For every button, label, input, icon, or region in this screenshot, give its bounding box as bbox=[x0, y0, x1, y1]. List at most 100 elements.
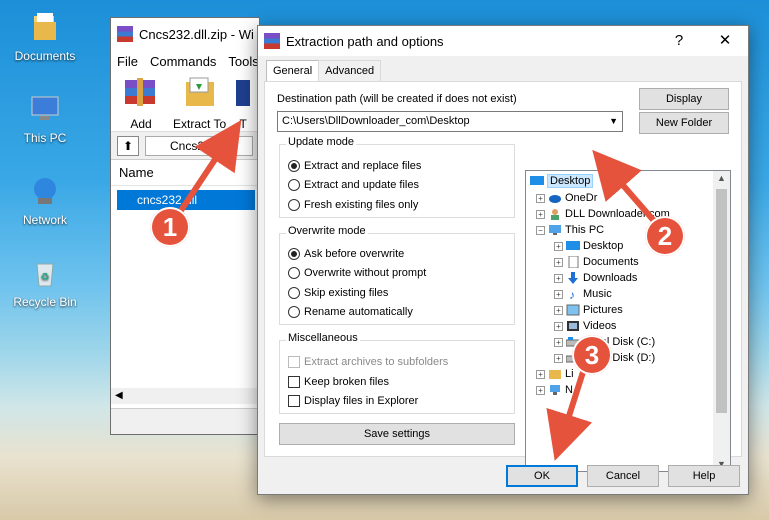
checkbox[interactable] bbox=[288, 376, 300, 388]
expand-icon[interactable]: + bbox=[554, 289, 563, 299]
tree-item-label: Li bbox=[565, 368, 574, 380]
column-header-label: Name bbox=[119, 165, 154, 180]
expand-icon[interactable]: + bbox=[554, 353, 563, 363]
tree-item-videos[interactable]: + Videos bbox=[554, 318, 616, 334]
scroll-up-icon[interactable]: ▲ bbox=[713, 173, 730, 183]
checkbox[interactable] bbox=[288, 356, 300, 368]
radio-extract-and-replace[interactable]: Extract and replace files bbox=[288, 160, 421, 172]
radio-button[interactable] bbox=[288, 306, 300, 318]
tree-item-network[interactable]: + N bbox=[536, 382, 573, 398]
help-button[interactable]: Help bbox=[668, 465, 740, 487]
expand-icon[interactable]: + bbox=[554, 273, 563, 283]
close-icon[interactable]: ✕ bbox=[702, 26, 748, 56]
checkbox-display-in-explorer[interactable]: Display files in Explorer bbox=[288, 395, 418, 407]
help-title-button[interactable]: ? bbox=[656, 26, 702, 56]
network-icon bbox=[34, 178, 56, 204]
tree-item-user[interactable]: + DLL Downloader.com bbox=[536, 206, 670, 222]
option-label: Extract archives to subfolders bbox=[304, 356, 449, 368]
expand-icon[interactable]: + bbox=[536, 369, 545, 379]
radio-extract-and-update[interactable]: Extract and update files bbox=[288, 179, 419, 191]
update-mode-title: Update mode bbox=[286, 136, 357, 148]
tab-advanced[interactable]: Advanced bbox=[318, 60, 382, 81]
radio-button[interactable] bbox=[288, 199, 300, 211]
winrar-path-field[interactable]: Cncs232.dll bbox=[145, 135, 253, 156]
checkbox-keep-broken-files[interactable]: Keep broken files bbox=[288, 376, 389, 388]
radio-overwrite-without-prompt[interactable]: Overwrite without prompt bbox=[288, 267, 426, 279]
overwrite-mode-title: Overwrite mode bbox=[286, 225, 368, 237]
save-settings-button[interactable]: Save settings bbox=[279, 423, 515, 445]
expand-icon[interactable]: + bbox=[554, 321, 563, 331]
tree-item-libraries[interactable]: + Li bbox=[536, 366, 574, 382]
display-button[interactable]: Display bbox=[639, 88, 729, 110]
expand-icon[interactable]: + bbox=[554, 305, 563, 315]
tree-item-this-pc[interactable]: − This PC bbox=[536, 222, 604, 238]
tree-item-desktop[interactable]: Desktop bbox=[530, 173, 594, 189]
ok-button[interactable]: OK bbox=[506, 465, 578, 487]
folder-tree[interactable]: Desktop + OneDr + DLL Downloader.com − T… bbox=[525, 170, 731, 472]
expand-icon[interactable]: + bbox=[554, 241, 563, 251]
horizontal-scrollbar[interactable]: ◀ bbox=[111, 388, 259, 404]
radio-button[interactable] bbox=[288, 248, 300, 260]
radio-fresh-existing[interactable]: Fresh existing files only bbox=[288, 199, 418, 211]
winrar-path-bar: ⬆ Cncs232.dll bbox=[111, 132, 259, 160]
desktop-icon-documents[interactable]: Documents bbox=[0, 10, 90, 63]
winrar-status-bar bbox=[111, 408, 259, 434]
tree-item-documents[interactable]: + Documents bbox=[554, 254, 639, 270]
radio-ask-before-overwrite[interactable]: Ask before overwrite bbox=[288, 248, 404, 260]
radio-button[interactable] bbox=[288, 287, 300, 299]
add-button[interactable]: Add bbox=[119, 76, 163, 131]
destination-path-combobox[interactable]: C:\Users\DllDownloader_com\Desktop ▼ bbox=[277, 111, 623, 132]
menu-file[interactable]: File bbox=[117, 54, 138, 69]
tree-item-music[interactable]: + ♪ Music bbox=[554, 286, 612, 302]
tree-item-label: Videos bbox=[583, 320, 617, 332]
checkbox-extract-to-subfolders[interactable]: Extract archives to subfolders bbox=[288, 356, 448, 368]
option-label: Display files in Explorer bbox=[304, 395, 419, 407]
chevron-down-icon[interactable]: ▼ bbox=[609, 112, 618, 131]
tree-item-downloads[interactable]: + Downloads bbox=[554, 270, 637, 286]
extract-folder-icon bbox=[185, 77, 214, 106]
extract-to-button[interactable]: Extract To bbox=[173, 76, 226, 131]
tree-vertical-scrollbar[interactable]: ▲ ▼ bbox=[713, 171, 730, 471]
file-row[interactable]: cncs232.dll bbox=[117, 190, 255, 210]
expand-icon[interactable]: + bbox=[536, 193, 545, 203]
tree-item-label: Documents bbox=[583, 256, 639, 268]
menu-commands[interactable]: Commands bbox=[150, 54, 216, 69]
expand-icon[interactable]: + bbox=[554, 257, 563, 267]
column-header-name[interactable]: Name bbox=[111, 160, 259, 186]
cloud-icon bbox=[549, 195, 561, 203]
radio-button[interactable] bbox=[288, 179, 300, 191]
option-label: Ask before overwrite bbox=[304, 248, 405, 260]
expand-icon[interactable]: + bbox=[536, 385, 545, 395]
radio-button[interactable] bbox=[288, 160, 300, 172]
expand-icon[interactable]: + bbox=[536, 209, 545, 219]
winrar-app-icon bbox=[264, 33, 280, 49]
extract-to-label: Extract To bbox=[173, 117, 227, 131]
tree-item-pictures[interactable]: + Pictures bbox=[554, 302, 623, 318]
menu-tools[interactable]: Tools bbox=[228, 54, 258, 69]
tree-item-onedrive[interactable]: + OneDr bbox=[536, 190, 597, 206]
up-folder-button[interactable]: ⬆ bbox=[117, 135, 139, 156]
tab-general[interactable]: General bbox=[266, 60, 320, 83]
desktop-icon-recycle-bin[interactable]: ♻ Recycle Bin bbox=[0, 256, 90, 309]
tree-item-pc-desktop[interactable]: + Desktop bbox=[554, 238, 623, 254]
desktop-icon-this-pc[interactable]: This PC bbox=[0, 92, 90, 145]
collapse-icon[interactable]: − bbox=[536, 225, 545, 235]
test-button[interactable]: T bbox=[236, 76, 251, 131]
new-folder-button[interactable]: New Folder bbox=[639, 112, 729, 134]
folder-icon bbox=[34, 13, 56, 40]
add-label: Add bbox=[130, 117, 152, 131]
test-icon bbox=[236, 80, 251, 106]
checkbox[interactable] bbox=[288, 395, 300, 407]
desktop-icon-label: This PC bbox=[23, 131, 67, 145]
step-badge-2: 2 bbox=[645, 216, 685, 256]
svg-text:♪: ♪ bbox=[569, 288, 575, 300]
expand-icon[interactable]: + bbox=[554, 337, 563, 347]
user-icon bbox=[551, 209, 559, 220]
radio-skip-existing[interactable]: Skip existing files bbox=[288, 287, 388, 299]
tree-item-label: N bbox=[565, 384, 573, 396]
scroll-thumb[interactable] bbox=[716, 189, 727, 413]
radio-rename-automatically[interactable]: Rename automatically bbox=[288, 306, 413, 318]
radio-button[interactable] bbox=[288, 267, 300, 279]
cancel-button[interactable]: Cancel bbox=[587, 465, 659, 487]
desktop-icon-network[interactable]: Network bbox=[0, 174, 90, 227]
